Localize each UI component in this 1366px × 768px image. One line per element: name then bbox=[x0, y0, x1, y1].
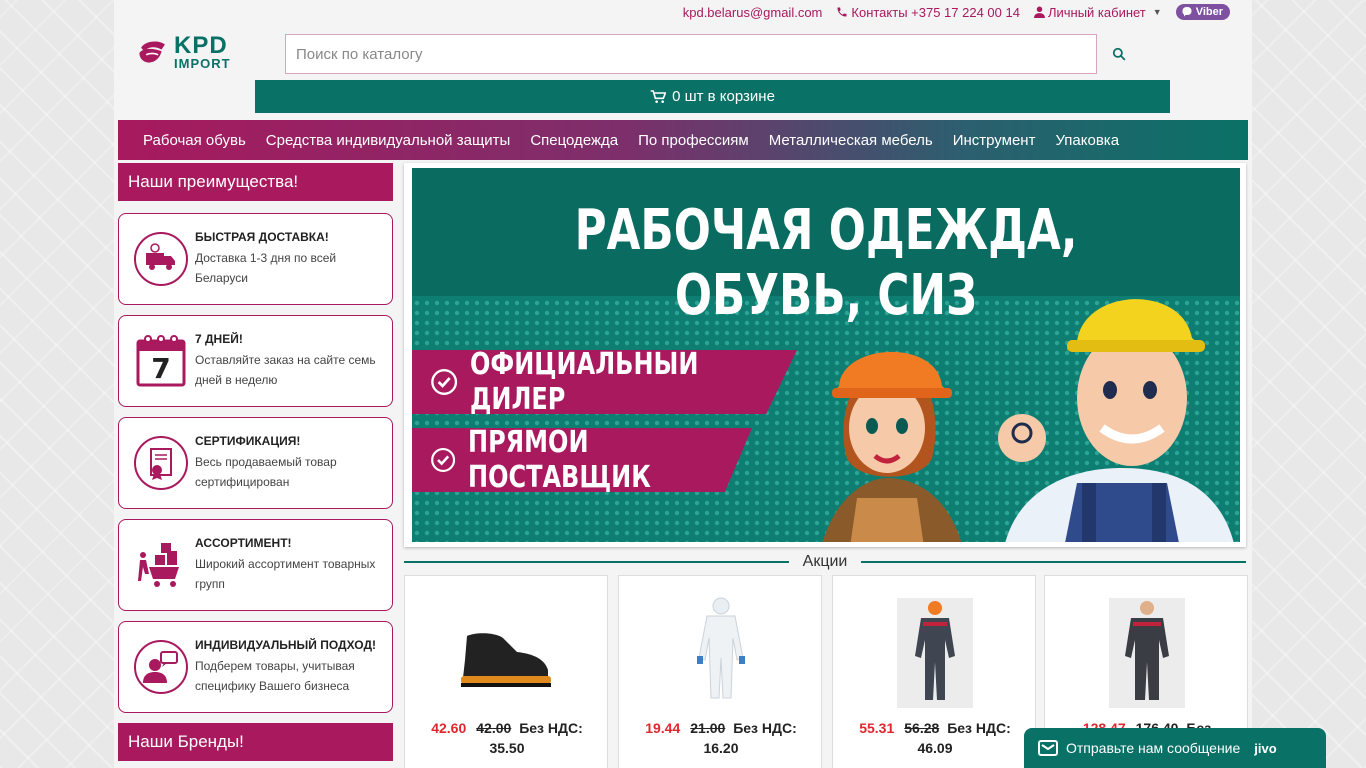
check-circle-icon bbox=[431, 369, 458, 395]
advantage-card-certification: СЕРТИФИКАЦИЯ! Весь продаваемый товар сер… bbox=[118, 417, 393, 509]
nav-item-workwear[interactable]: Спецодежда bbox=[530, 132, 618, 149]
nav-item-metal-furniture[interactable]: Металлическая мебель bbox=[769, 132, 933, 149]
caret-down-icon: ▼ bbox=[1152, 7, 1162, 17]
ribbon2-text: ПРЯМОЙ ПОСТАВЩИК bbox=[468, 425, 652, 495]
calendar-number: 7 bbox=[151, 352, 171, 385]
certificate-icon bbox=[133, 435, 189, 491]
contacts-text: Контакты +375 17 224 00 14 bbox=[851, 4, 1020, 20]
advantage-desc: Доставка 1-3 дня по всей Беларуси bbox=[195, 251, 337, 285]
product-card[interactable]: 42.60 42.00 Без НДС: 35.50 bbox=[404, 575, 608, 768]
advantage-title: АССОРТИМЕНТ! bbox=[195, 536, 292, 550]
phone-icon bbox=[837, 7, 847, 17]
advantage-card-7days: 7 7 ДНЕЙ! Оставляйте заказ на сайте семь… bbox=[118, 315, 393, 407]
hero-banner[interactable]: РАБОЧАЯ ОДЕЖДА, ОБУВЬ, СИЗ ОФИЦИАЛЬНЫЙ Д… bbox=[404, 163, 1246, 547]
protective-coverall-image bbox=[697, 597, 745, 699]
price-old: 21.00 bbox=[690, 720, 726, 736]
product-card[interactable]: 19.44 21.00 Без НДС: 16.20 bbox=[618, 575, 822, 768]
advantage-desc: Подберем товары, учитывая специфику Ваше… bbox=[195, 659, 355, 693]
main-nav: Рабочая обувь Средства индивидуальной за… bbox=[118, 120, 1248, 160]
vat-label: Без НДС: bbox=[947, 720, 1011, 736]
advantage-desc: Весь продаваемый товар сертифицирован bbox=[195, 455, 337, 489]
viber-label: Viber bbox=[1195, 6, 1223, 18]
price-old: 42.00 bbox=[476, 720, 512, 736]
search-placeholder: Поиск по каталогу bbox=[296, 45, 423, 63]
product-prices: 55.31 56.28 Без НДС: 46.09 bbox=[833, 718, 1037, 758]
price-current: 42.60 bbox=[431, 720, 467, 736]
advantage-card-assortment: АССОРТИМЕНТ! Широкий ассортимент товарны… bbox=[118, 519, 393, 611]
top-bar: kpd.belarus@gmail.com Контакты +375 17 2… bbox=[683, 2, 1230, 22]
advantages-title: Наши преимущества! bbox=[128, 172, 299, 191]
ribbon1-text: ОФИЦИАЛЬНЫЙ ДИЛЕР bbox=[470, 347, 699, 417]
woman-worker-illustration bbox=[822, 351, 962, 542]
price-old: 56.28 bbox=[904, 720, 940, 736]
calendar-icon: 7 bbox=[133, 333, 189, 389]
price-no-vat: 16.20 bbox=[703, 740, 739, 756]
logo[interactable]: KPD IMPORT bbox=[136, 32, 246, 74]
delivery-truck-icon bbox=[133, 231, 189, 287]
account-menu[interactable]: Личный кабинет ▼ bbox=[1033, 4, 1162, 20]
logo-line2: IMPORT bbox=[174, 56, 231, 72]
divider-line bbox=[404, 561, 789, 563]
nav-item-ppe[interactable]: Средства индивидуальной защиты bbox=[266, 132, 511, 149]
price-current: 55.31 bbox=[859, 720, 895, 736]
cart-icon bbox=[650, 89, 667, 103]
product-prices: 42.60 42.00 Без НДС: 35.50 bbox=[405, 718, 609, 758]
advantage-desc: Широкий ассортимент товарных групп bbox=[195, 557, 376, 591]
advantage-title: ИНДИВИДУАЛЬНЫЙ ПОДХОД! bbox=[195, 638, 377, 652]
consultant-icon bbox=[133, 639, 189, 695]
logo-text: KPD IMPORT bbox=[174, 32, 231, 72]
banner-image: РАБОЧАЯ ОДЕЖДА, ОБУВЬ, СИЗ ОФИЦИАЛЬНЫЙ Д… bbox=[412, 168, 1240, 542]
worker-suit-image bbox=[897, 598, 973, 708]
search-icon bbox=[1112, 47, 1126, 61]
price-no-vat: 46.09 bbox=[917, 740, 953, 756]
cart-label: 0 шт в корзине bbox=[672, 88, 775, 105]
email-link[interactable]: kpd.belarus@gmail.com bbox=[683, 5, 823, 20]
message-icon bbox=[1038, 740, 1058, 756]
advantage-desc: Оставляйте заказ на сайте семь дней в не… bbox=[195, 353, 376, 387]
promo-section-title: Акции bbox=[404, 552, 1246, 572]
worker-suit-grey-image bbox=[1109, 598, 1185, 708]
viber-button[interactable]: Viber bbox=[1175, 4, 1230, 20]
cart-bar[interactable]: 0 шт в корзине bbox=[255, 80, 1170, 113]
advantages-header: Наши преимущества! bbox=[118, 163, 393, 201]
cart-boxes-icon bbox=[133, 537, 189, 593]
vat-label: Без НДС: bbox=[733, 720, 797, 736]
nav-item-professions[interactable]: По профессиям bbox=[638, 132, 749, 149]
advantage-title: СЕРТИФИКАЦИЯ! bbox=[195, 434, 301, 448]
logo-mark-icon bbox=[139, 41, 165, 63]
account-text: Личный кабинет bbox=[1047, 4, 1146, 20]
user-icon bbox=[1033, 6, 1045, 18]
page-container: kpd.belarus@gmail.com Контакты +375 17 2… bbox=[114, 0, 1252, 768]
vat-label: Без НДС: bbox=[519, 720, 583, 736]
ribbon-official-dealer: ОФИЦИАЛЬНЫЙ ДИЛЕР bbox=[412, 350, 797, 414]
product-prices: 19.44 21.00 Без НДС: 16.20 bbox=[619, 718, 823, 758]
promo-title: Акции bbox=[802, 553, 848, 570]
nav-item-work-shoes[interactable]: Рабочая обувь bbox=[143, 132, 246, 149]
advantage-card-delivery: БЫСТРАЯ ДОСТАВКА! Доставка 1-3 дня по вс… bbox=[118, 213, 393, 305]
advantage-card-individual: ИНДИВИДУАЛЬНЫЙ ПОДХОД! Подберем товары, … bbox=[118, 621, 393, 713]
man-worker-illustration bbox=[998, 299, 1234, 542]
advantage-title: 7 ДНЕЙ! bbox=[195, 332, 243, 346]
product-card[interactable]: 55.31 56.28 Без НДС: 46.09 bbox=[832, 575, 1036, 768]
chat-widget-button[interactable]: Отправьте нам сообщение jivo bbox=[1024, 728, 1326, 768]
contacts-link[interactable]: Контакты +375 17 224 00 14 bbox=[836, 5, 1020, 20]
divider-line bbox=[861, 561, 1246, 563]
logo-line1: KPD bbox=[174, 32, 228, 60]
email-text: kpd.belarus@gmail.com bbox=[682, 4, 823, 20]
nav-item-tools[interactable]: Инструмент bbox=[953, 132, 1036, 149]
nav-item-packaging[interactable]: Упаковка bbox=[1055, 132, 1119, 149]
price-current: 19.44 bbox=[645, 720, 681, 736]
advantage-title: БЫСТРАЯ ДОСТАВКА! bbox=[195, 230, 329, 244]
viber-icon bbox=[1182, 7, 1192, 17]
ribbon-direct-supplier: ПРЯМОЙ ПОСТАВЩИК bbox=[412, 428, 752, 492]
price-no-vat: 35.50 bbox=[489, 740, 525, 756]
brands-title: Наши Бренды! bbox=[128, 732, 244, 751]
search-button[interactable] bbox=[1104, 38, 1134, 70]
chat-label: Отправьте нам сообщение bbox=[1066, 740, 1241, 756]
check-circle-icon bbox=[431, 447, 456, 473]
jivo-logo: jivo bbox=[1254, 740, 1277, 756]
work-boot-image bbox=[461, 633, 551, 687]
brands-header: Наши Бренды! bbox=[118, 723, 393, 761]
search-input[interactable]: Поиск по каталогу bbox=[285, 34, 1097, 74]
